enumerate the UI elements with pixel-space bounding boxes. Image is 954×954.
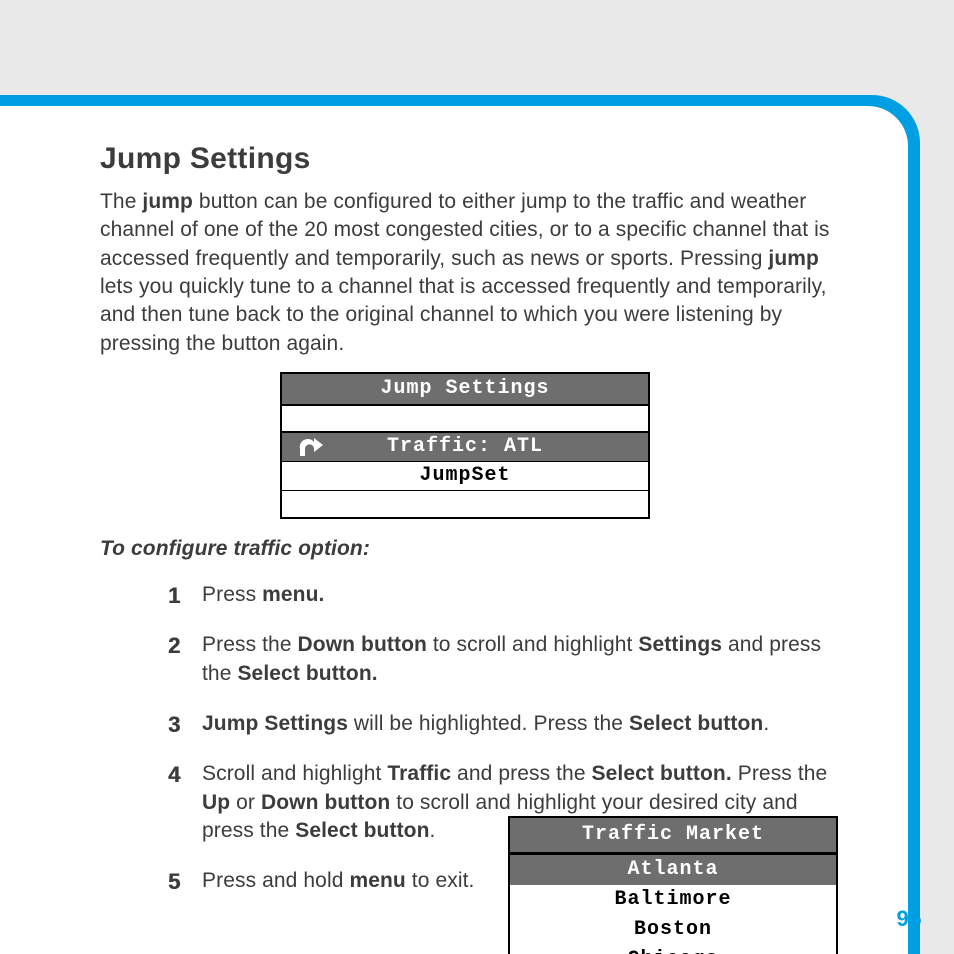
configure-subhead: To configure traffic option: bbox=[100, 537, 830, 561]
step-text: will be highlighted. Press the bbox=[348, 712, 629, 735]
step-text: Press and hold bbox=[202, 869, 349, 892]
step-3: Jump Settings will be highlighted. Press… bbox=[168, 710, 830, 738]
step-text: to exit. bbox=[406, 869, 475, 892]
step-text: Press the bbox=[732, 762, 828, 785]
step-2: Press the Down button to scroll and high… bbox=[168, 631, 830, 688]
step-bold: Select button. bbox=[592, 762, 732, 785]
step-text: and press the bbox=[451, 762, 591, 785]
lcd-selected-row: Traffic: ATL bbox=[282, 432, 648, 462]
intro-text: button can be configured to either jump … bbox=[100, 190, 829, 270]
step-text: Scroll and highlight bbox=[202, 762, 387, 785]
step-text: Press bbox=[202, 583, 262, 606]
jump-arrow-icon bbox=[296, 436, 324, 458]
lcd-selected-label: Traffic: ATL bbox=[387, 435, 543, 458]
step-bold: Select button bbox=[629, 712, 763, 735]
step-text: . bbox=[430, 819, 436, 842]
intro-text: lets you quickly tune to a channel that … bbox=[100, 275, 827, 355]
step-bold: Down button bbox=[298, 633, 427, 656]
lcd-row: Chicago bbox=[510, 945, 836, 954]
lcd-jump-settings: Jump Settings Traffic: ATL JumpSet bbox=[280, 372, 650, 519]
lcd-row: JumpSet bbox=[282, 462, 648, 491]
intro-paragraph: The jump button can be configured to eit… bbox=[100, 188, 830, 358]
step-4: Scroll and highlight Traffic and press t… bbox=[168, 760, 830, 845]
step-bold: Select button bbox=[295, 819, 429, 842]
step-text: . bbox=[763, 712, 769, 735]
step-bold: Traffic bbox=[387, 762, 451, 785]
step-1: Press menu. bbox=[168, 581, 830, 609]
steps-list: Press menu. Press the Down button to scr… bbox=[100, 581, 830, 896]
step-text: or bbox=[230, 791, 261, 814]
step-bold: Up bbox=[202, 791, 230, 814]
step-bold: Select button. bbox=[237, 662, 377, 685]
page-content: Jump Settings The jump button can be con… bbox=[0, 106, 908, 954]
document-page: Jump Settings The jump button can be con… bbox=[0, 0, 954, 954]
page-number: 95 bbox=[897, 906, 922, 932]
lcd-blank-row bbox=[282, 406, 648, 432]
step-5: Press and hold menu to exit. bbox=[168, 867, 830, 895]
lcd-header: Jump Settings bbox=[282, 374, 648, 406]
step-bold: Settings bbox=[638, 633, 722, 656]
intro-bold-jump-2: jump bbox=[768, 247, 819, 270]
page-title: Jump Settings bbox=[100, 142, 830, 176]
lcd-row: Boston bbox=[510, 915, 836, 945]
step-bold: Jump Settings bbox=[202, 712, 348, 735]
step-bold: menu bbox=[349, 869, 405, 892]
step-bold: menu. bbox=[262, 583, 324, 606]
intro-bold-jump-1: jump bbox=[142, 190, 193, 213]
step-text: Press the bbox=[202, 633, 298, 656]
step-bold: Down button bbox=[261, 791, 390, 814]
step-text: to scroll and highlight bbox=[427, 633, 638, 656]
intro-text: The bbox=[100, 190, 142, 213]
lcd-header: Traffic Market bbox=[510, 818, 836, 854]
lcd-blank-row bbox=[282, 491, 648, 517]
